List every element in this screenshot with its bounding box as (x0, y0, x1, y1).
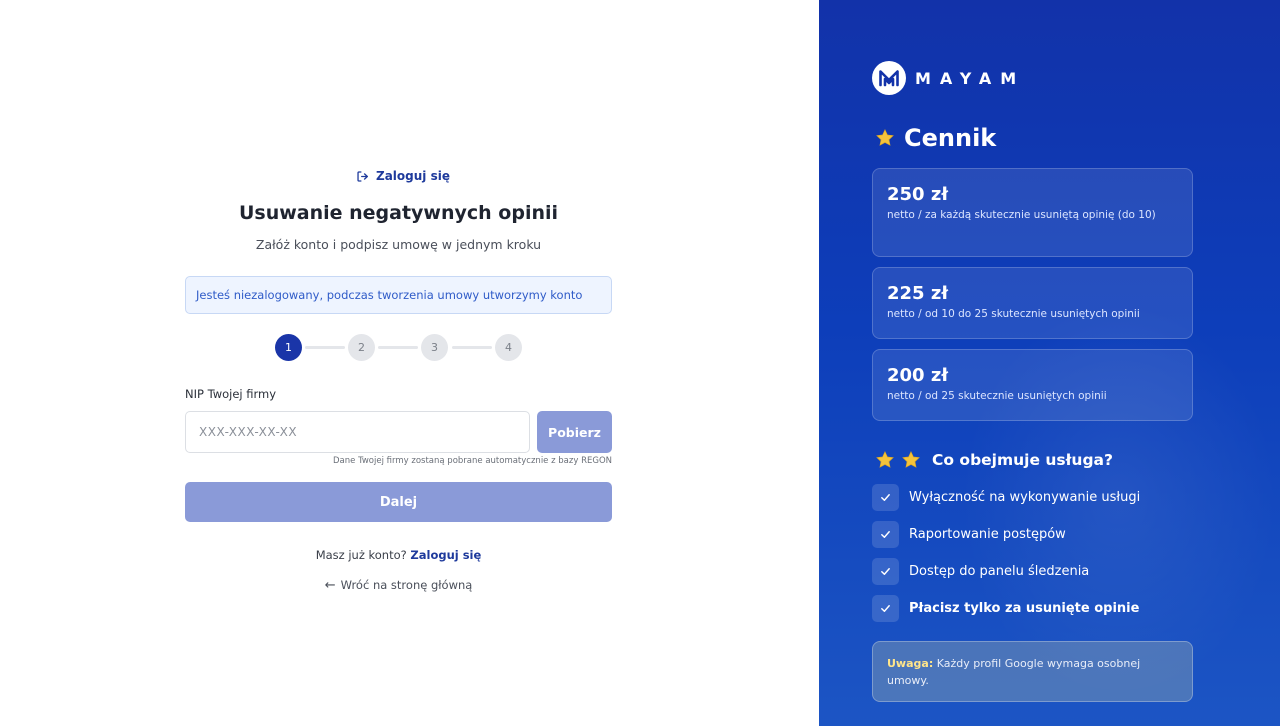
nip-hint: Dane Twojej firmy zostaną pobrane automa… (333, 456, 612, 466)
step-connector (452, 346, 492, 349)
nip-label: NIP Twojej firmy (185, 387, 277, 401)
has-account-text: Masz już konto? (315, 548, 407, 562)
has-account-row: Masz już konto? Zaloguj się (185, 548, 612, 562)
step-1: 1 (275, 334, 302, 361)
fetch-company-button[interactable]: Pobierz (537, 411, 612, 453)
feature-label: Wyłączność na wykonywanie usługi (909, 490, 1141, 505)
page-title: Usuwanie negatywnych opinii (238, 202, 559, 224)
login-top-link[interactable]: Zaloguj się (356, 167, 450, 185)
back-to-home-link[interactable]: ← Wróć na stronę główną (185, 578, 612, 593)
feature-label: Dostęp do panelu śledzenia (909, 564, 1090, 579)
check-icon (872, 595, 899, 622)
pricing-title: Cennik (904, 124, 997, 152)
nip-input[interactable] (185, 411, 530, 453)
pricing-panel: MAYAM Cennik 250 zł netto / za każdą sku… (819, 0, 1280, 726)
price-card: 200 zł netto / od 25 skutecznie usunięty… (872, 349, 1193, 421)
price-amount: 225 zł (887, 283, 948, 304)
price-description: netto / od 25 skutecznie usuniętych opin… (887, 390, 1107, 402)
feature-item: Raportowanie postępów (872, 521, 1066, 548)
m-logo-icon (872, 61, 906, 95)
brand-name: MAYAM (915, 68, 1026, 88)
check-icon (872, 521, 899, 548)
feature-label: Płacisz tylko za usunięte opinie (909, 601, 1140, 616)
step-connector (305, 346, 345, 349)
step-2: 2 (348, 334, 375, 361)
step-connector (378, 346, 418, 349)
notice-text: Jesteś niezalogowany, podczas tworzenia … (196, 288, 583, 302)
not-logged-in-notice: Jesteś niezalogowany, podczas tworzenia … (185, 276, 612, 314)
next-button[interactable]: Dalej (185, 482, 612, 522)
feature-item: Wyłączność na wykonywanie usługi (872, 484, 1140, 511)
feature-item: Dostęp do panelu śledzenia (872, 558, 1089, 585)
star-icon (875, 450, 895, 470)
step-4: 4 (495, 334, 522, 361)
feature-label: Raportowanie postępów (909, 527, 1066, 542)
check-icon (872, 484, 899, 511)
step-3: 3 (421, 334, 448, 361)
star-icon (901, 450, 921, 470)
price-card: 250 zł netto / za każdą skutecznie usuni… (872, 168, 1193, 257)
includes-heading: Co obejmuje usługa? (875, 450, 1113, 470)
price-description: netto / za każdą skutecznie usuniętą opi… (887, 209, 1156, 221)
warning-note: Uwaga: Każdy profil Google wymaga osobne… (872, 641, 1193, 702)
login-bottom-link[interactable]: Zaloguj się (410, 548, 481, 562)
page-subtitle: Załóż konto i podpisz umowę w jednym kro… (255, 237, 542, 252)
brand[interactable]: MAYAM (872, 61, 1025, 95)
price-card: 225 zł netto / od 10 do 25 skutecznie us… (872, 267, 1193, 339)
note-label: Uwaga: (887, 657, 934, 670)
includes-title: Co obejmuje usługa? (932, 451, 1113, 469)
login-icon (357, 170, 369, 182)
back-link-label: Wróć na stronę główną (340, 578, 473, 592)
feature-item: Płacisz tylko za usunięte opinie (872, 595, 1139, 622)
login-top-label: Zaloguj się (376, 169, 450, 183)
price-amount: 250 zł (887, 184, 948, 205)
check-icon (872, 558, 899, 585)
price-description: netto / od 10 do 25 skutecznie usuniętyc… (887, 308, 1140, 320)
pricing-heading: Cennik (875, 124, 996, 152)
registration-panel: Zaloguj się Usuwanie negatywnych opinii … (0, 0, 819, 726)
price-amount: 200 zł (887, 365, 948, 386)
arrow-left-icon: ← (324, 578, 336, 593)
star-icon (875, 128, 895, 148)
